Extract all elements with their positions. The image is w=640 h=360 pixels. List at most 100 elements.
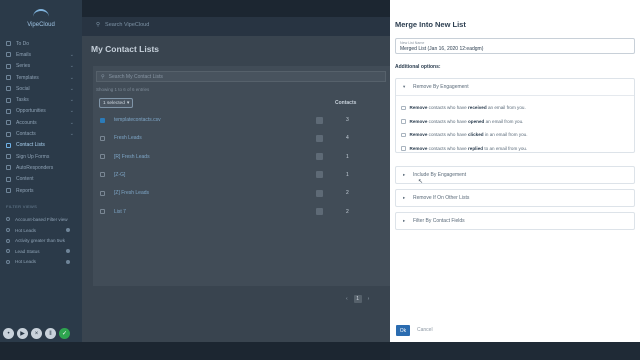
nav-icon (6, 165, 11, 171)
option-checkbox[interactable] (401, 146, 406, 151)
table-row[interactable]: List 7 2 (96, 203, 386, 221)
option-checkbox[interactable] (401, 119, 406, 124)
prev-page-icon[interactable]: ‹ (346, 296, 348, 302)
list-name-link[interactable]: Fresh Leads (114, 135, 142, 141)
sidebar-item-series[interactable]: Series ⌄ (0, 61, 82, 72)
list-name-link[interactable]: templatecontacts.csv (114, 117, 161, 123)
option-checkbox[interactable] (401, 132, 406, 137)
engagement-option[interactable]: Remove contacts who have clicked in an e… (401, 128, 634, 142)
filter-views-heading: FILTER VIEWS (6, 204, 38, 210)
filter-icon (6, 228, 10, 233)
row-checkbox[interactable] (100, 135, 105, 141)
chevron-down-icon: ⌄ (69, 131, 74, 138)
sidebar-item-autoresponders[interactable]: AutoResponders (0, 162, 82, 173)
sidebar-item-tasks[interactable]: Tasks ⌄ (0, 94, 82, 105)
nav-icon (6, 108, 11, 114)
filter-view-item[interactable]: Account-based Filter view (0, 214, 82, 225)
additional-options-heading: Additional options: (395, 64, 441, 70)
nav-icon (6, 176, 11, 182)
ok-button[interactable]: Ok (396, 325, 410, 336)
list-name-link[interactable]: [Z] Fresh Leads (114, 190, 149, 196)
next-page-icon[interactable]: › (368, 296, 370, 302)
app-logo[interactable]: VipeCloud (0, 0, 82, 36)
chevron-right-icon: ▸ (403, 218, 406, 223)
gear-icon[interactable] (66, 228, 70, 233)
selected-dropdown[interactable]: 1 selected ▾ (99, 98, 134, 108)
video-icon[interactable]: ▶ (17, 328, 28, 339)
sidebar-item-label: Series (16, 63, 31, 70)
check-icon[interactable]: ✓ (59, 328, 70, 339)
sidebar-item-label: Tasks (16, 97, 29, 104)
edit-icon[interactable] (316, 171, 323, 179)
global-search[interactable]: ⚲ Search VipeCloud (96, 22, 149, 28)
nav-icon (6, 63, 11, 69)
table-row[interactable]: [Z] Fresh Leads 2 (96, 184, 386, 202)
edit-icon[interactable] (316, 208, 323, 215)
sidebar-item-content[interactable]: Content (0, 174, 82, 185)
row-checkbox[interactable] (100, 209, 105, 214)
table-row[interactable]: Fresh Leads 4 (96, 129, 386, 147)
list-name-link[interactable]: [Z-G] (114, 172, 125, 178)
table-row[interactable]: [Z-G] 1 (96, 166, 386, 184)
accordion-header[interactable]: ▾ Remove By Engagement (396, 79, 634, 95)
top-bar: ⚲ Search VipeCloud (82, 17, 390, 36)
table-row[interactable]: [R] Fresh Leads 1 (96, 148, 386, 166)
row-checkbox[interactable] (100, 117, 105, 123)
gear-icon[interactable] (66, 259, 70, 264)
new-list-name-value: Merged List (Jan 16, 2020 12:eadgm) (400, 46, 484, 52)
chat-icon[interactable]: • (3, 328, 14, 339)
list-name-link[interactable]: [R] Fresh Leads (114, 154, 150, 160)
option-checkbox[interactable] (401, 105, 406, 110)
table-row[interactable]: templatecontacts.csv 3 (96, 111, 386, 129)
accordion-header[interactable]: ▸ Remove If On Other Lists (396, 190, 634, 206)
option-text: Remove contacts who have received an ema… (409, 105, 526, 111)
option-text: Remove contacts who have opened an email… (409, 118, 524, 124)
sidebar-item-label: Reports (16, 187, 34, 194)
new-list-name-field[interactable]: New List Name Merged List (Jan 16, 2020 … (395, 38, 635, 54)
engagement-option[interactable]: Remove contacts who have received an ema… (401, 101, 634, 115)
engagement-option[interactable]: Remove contacts who have replied to an e… (401, 142, 634, 156)
edit-icon[interactable] (316, 134, 323, 142)
filter-view-item[interactable]: Activity greater than 5wk (0, 235, 82, 246)
filter-view-item[interactable]: Lead Status (0, 246, 82, 257)
sidebar-item-templates[interactable]: Templates ⌄ (0, 72, 82, 83)
lists-search-input[interactable]: ⚲ Search My Contact Lists (96, 71, 386, 82)
edit-icon[interactable] (316, 189, 323, 197)
filter-view-item[interactable]: Hot Leads (0, 225, 82, 236)
cancel-button[interactable]: Cancel (417, 327, 433, 333)
engagement-option[interactable]: Remove contacts who have opened an email… (401, 115, 634, 129)
sidebar-item-to-do[interactable]: To Do (0, 38, 82, 49)
sidebar-item-contacts[interactable]: Contacts ⌄ (0, 128, 82, 139)
pause-icon[interactable]: ‖ (45, 328, 56, 339)
row-checkbox[interactable] (100, 190, 105, 196)
sidebar-item-sign-up-forms[interactable]: Sign Up Forms (0, 151, 82, 162)
close-icon[interactable]: × (31, 328, 42, 339)
edit-icon[interactable] (316, 153, 323, 161)
sidebar-item-contact-lists[interactable]: Contact Lists (0, 140, 82, 151)
sidebar-item-opportunities[interactable]: Opportunities ⌄ (0, 106, 82, 117)
nav-icon (6, 75, 11, 81)
list-name-link[interactable]: List 7 (114, 209, 126, 215)
nav-icon (6, 131, 11, 137)
filter-view-item[interactable]: Hot Leads (0, 257, 82, 268)
sidebar-item-accounts[interactable]: Accounts ⌄ (0, 117, 82, 128)
contact-count: 3 (346, 117, 349, 123)
accordion-header[interactable]: ▸ Include By Engagement (396, 167, 634, 183)
accordion-header[interactable]: ▸ Filter By Contact Fields (396, 213, 634, 229)
edit-icon[interactable] (316, 116, 323, 124)
sidebar-item-label: Contact Lists (16, 142, 45, 149)
chevron-down-icon: ▾ (126, 100, 130, 106)
row-checkbox[interactable] (100, 172, 105, 178)
sidebar-item-emails[interactable]: Emails ⌄ (0, 49, 82, 60)
page-number[interactable]: 1 (353, 295, 362, 303)
row-checkbox[interactable] (100, 154, 105, 160)
chevron-down-icon: ▾ (403, 84, 406, 89)
gear-icon[interactable] (66, 249, 70, 254)
browser-frame-bottom (0, 342, 390, 360)
sidebar-item-social[interactable]: Social ⌄ (0, 83, 82, 94)
nav-icon (6, 52, 11, 58)
sidebar-item-reports[interactable]: Reports (0, 185, 82, 196)
new-list-name-label: New List Name (400, 41, 425, 45)
sidebar: VipeCloud To Do Emails ⌄ Series ⌄ Templates ⌄ S… (0, 0, 82, 360)
filter-view-label: Account-based Filter view (15, 216, 68, 222)
